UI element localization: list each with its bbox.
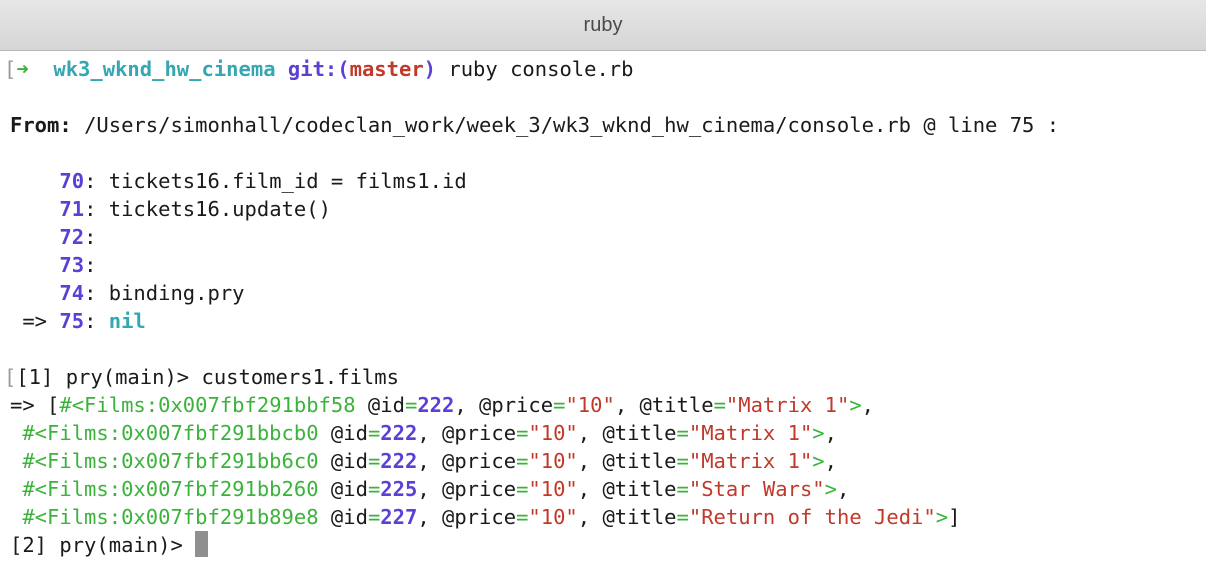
source-line: 73:: [59, 253, 109, 277]
result-line: #<Films:0x007fbf291bb6c0 @id=222, @price…: [22, 449, 837, 473]
pry-input-text: [1] pry(main)> customers1.films: [16, 365, 399, 389]
source-line: 74: binding.pry: [59, 281, 245, 305]
object-ref: #<Films:0x007fbf291bb6c0: [22, 449, 319, 473]
current-line-marker: =>: [22, 309, 48, 333]
object-price: "10": [528, 477, 578, 501]
object-title: "Matrix 1": [688, 449, 813, 473]
prompt-mark: [: [4, 57, 17, 81]
line-number: 74: [59, 281, 85, 305]
line-number: 71: [59, 197, 85, 221]
line-number: 73: [59, 253, 85, 277]
line-number: 72: [59, 225, 85, 249]
pry-input-text: [2] pry(main)>: [10, 533, 196, 557]
from-path: /Users/simonhall/codeclan_work/week_3/wk…: [84, 113, 1060, 137]
prompt-directory: wk3_wknd_hw_cinema: [53, 57, 276, 81]
object-title: "Matrix 1": [688, 421, 813, 445]
from-label: From:: [10, 113, 72, 137]
object-price: "10": [528, 505, 578, 529]
object-price: "10": [528, 449, 578, 473]
window-titlebar[interactable]: ruby: [0, 0, 1206, 51]
source-line: 72:: [59, 225, 109, 249]
line-code: tickets16.update(): [108, 197, 331, 221]
shell-prompt-line: [➜ wk3_wknd_hw_cinema git:(master) ruby …: [4, 55, 634, 83]
line-code: nil: [108, 309, 146, 333]
object-ref: #<Films:0x007fbf291b89e8: [22, 505, 319, 529]
result-line: #<Films:0x007fbf291bb260 @id=225, @price…: [22, 477, 850, 501]
object-id: 222: [380, 449, 418, 473]
git-prefix: git:(: [287, 57, 350, 81]
git-branch: master: [349, 57, 424, 81]
result-line: => [#<Films:0x007fbf291bbf58 @id=222, @p…: [10, 393, 875, 417]
line-number: 70: [59, 169, 85, 193]
git-suffix: ): [423, 57, 437, 81]
object-ref: #<Films:0x007fbf291bbf58: [59, 393, 356, 417]
window-title: ruby: [583, 13, 623, 36]
result-line: #<Films:0x007fbf291bbcb0 @id=222, @price…: [22, 421, 837, 445]
arrow-icon: ➜: [16, 57, 29, 81]
object-title: "Matrix 1": [725, 393, 850, 417]
pry-input-line-active[interactable]: [2] pry(main)>: [10, 531, 209, 559]
object-id: 227: [380, 505, 418, 529]
shell-command: ruby console.rb: [448, 57, 634, 81]
line-code: tickets16.film_id = films1.id: [108, 169, 467, 193]
result-arrow: =>: [10, 393, 35, 417]
object-ref: #<Films:0x007fbf291bbcb0: [22, 421, 319, 445]
object-title: "Return of the Jedi": [688, 505, 936, 529]
pry-input-line: [[1] pry(main)> customers1.films: [4, 363, 399, 391]
line-code: binding.pry: [108, 281, 245, 305]
object-price: "10": [565, 393, 615, 417]
result-line: #<Films:0x007fbf291b89e8 @id=227, @price…: [22, 505, 961, 529]
source-line-current: => 75: nil: [22, 309, 146, 333]
line-number: 75: [59, 309, 85, 333]
object-ref: #<Films:0x007fbf291bb260: [22, 477, 319, 501]
object-id: 222: [380, 421, 418, 445]
object-id: 222: [417, 393, 455, 417]
terminal-area[interactable]: [➜ wk3_wknd_hw_cinema git:(master) ruby …: [0, 51, 1206, 588]
input-mark: [: [4, 365, 17, 389]
source-line: 71: tickets16.update(): [59, 197, 331, 221]
object-title: "Star Wars": [688, 477, 825, 501]
object-price: "10": [528, 421, 578, 445]
source-line: 70: tickets16.film_id = films1.id: [59, 169, 467, 193]
text-cursor: [195, 531, 209, 557]
object-id: 225: [380, 477, 418, 501]
from-line: From: /Users/simonhall/codeclan_work/wee…: [10, 111, 1059, 139]
